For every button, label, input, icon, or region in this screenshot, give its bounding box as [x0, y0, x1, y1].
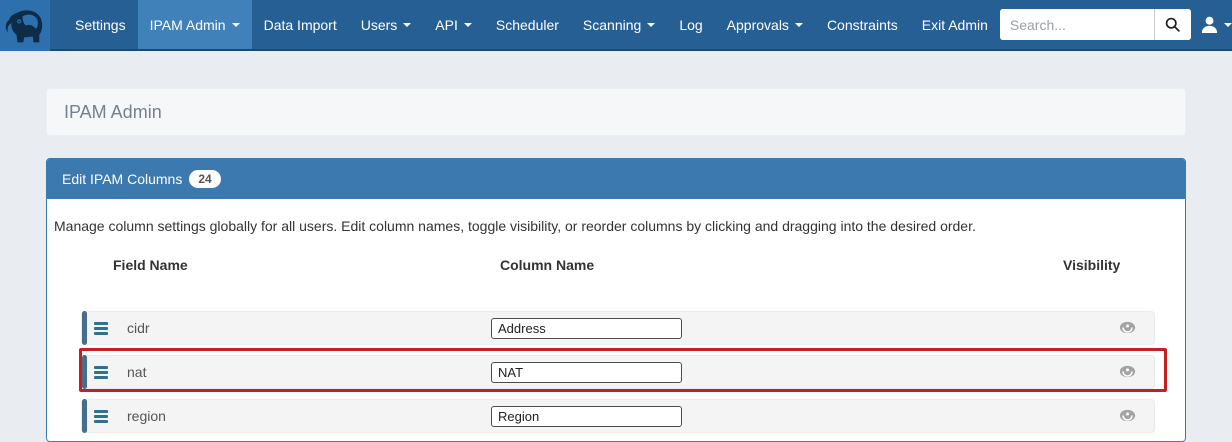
panel-body: Manage column settings globally for all …: [47, 199, 1185, 441]
elephant-icon: [4, 7, 46, 45]
drag-handle-icon[interactable]: [94, 409, 108, 424]
column-name-input-cidr[interactable]: [491, 318, 682, 339]
nav-item-approvals[interactable]: Approvals: [715, 0, 815, 49]
user-icon: [1200, 15, 1219, 34]
row-wrap-cidr: cidr: [81, 311, 1155, 345]
column-name-input-nat[interactable]: [491, 362, 682, 383]
search-icon: [1164, 16, 1181, 33]
eye-visibility-icon[interactable]: [1119, 321, 1136, 334]
column-count-badge: 24: [189, 170, 220, 188]
panel-description: Manage column settings globally for all …: [54, 218, 1175, 234]
top-navbar: Settings IPAM Admin Data Import Users AP…: [0, 0, 1232, 51]
header-visibility: Visibility: [1063, 257, 1120, 273]
nav-item-constraints[interactable]: Constraints: [815, 0, 910, 49]
phpipam-elephant-logo[interactable]: [0, 0, 50, 51]
nav-item-settings[interactable]: Settings: [63, 0, 138, 49]
field-name-label: nat: [127, 364, 146, 380]
nav-item-exit-admin[interactable]: Exit Admin: [910, 0, 1000, 49]
panel-title: Edit IPAM Columns: [62, 171, 182, 187]
header-column-name: Column Name: [500, 257, 594, 273]
user-menu[interactable]: [1200, 15, 1232, 34]
row-wrap-nat: nat: [81, 355, 1155, 389]
edit-ipam-columns-panel: Edit IPAM Columns 24 Manage column setti…: [46, 158, 1186, 442]
nav-item-scheduler[interactable]: Scheduler: [484, 0, 571, 49]
column-name-input-region[interactable]: [491, 406, 682, 427]
nav-item-api[interactable]: API: [423, 0, 484, 49]
row-accent-bar: [82, 355, 87, 389]
row-accent-bar: [82, 311, 87, 345]
nav-links: Settings IPAM Admin Data Import Users AP…: [63, 0, 1000, 49]
eye-visibility-icon[interactable]: [1119, 365, 1136, 378]
nav-item-users[interactable]: Users: [349, 0, 424, 49]
field-name-label: region: [127, 408, 166, 424]
eye-visibility-icon[interactable]: [1119, 409, 1136, 422]
nav-item-scanning[interactable]: Scanning: [571, 0, 667, 49]
nav-item-log[interactable]: Log: [667, 0, 714, 49]
chevron-down-icon: [1224, 23, 1232, 27]
field-name-label: cidr: [127, 320, 150, 336]
search-group: [1000, 9, 1191, 40]
panel-header: Edit IPAM Columns 24: [47, 159, 1185, 199]
search-input[interactable]: [1000, 9, 1154, 40]
page-title: IPAM Admin: [47, 102, 162, 123]
column-rows-list: cidr: [81, 311, 1155, 442]
drag-handle-icon[interactable]: [94, 365, 108, 380]
table-header-row: Field Name Column Name Visibility: [47, 257, 1185, 273]
drag-handle-icon[interactable]: [94, 321, 108, 336]
column-row-cidr[interactable]: cidr: [81, 311, 1155, 345]
row-wrap-region: region: [81, 399, 1155, 433]
page-header: IPAM Admin: [46, 88, 1186, 136]
column-row-region[interactable]: region: [81, 399, 1155, 433]
nav-item-data-import[interactable]: Data Import: [252, 0, 349, 49]
row-accent-bar: [82, 399, 87, 433]
page-content: IPAM Admin Edit IPAM Columns 24 Manage c…: [0, 88, 1232, 442]
column-row-nat[interactable]: nat: [81, 355, 1155, 389]
header-field-name: Field Name: [113, 257, 188, 273]
nav-item-ipam-admin[interactable]: IPAM Admin: [138, 0, 252, 49]
navbar-right: [1000, 0, 1232, 49]
search-button[interactable]: [1154, 9, 1191, 40]
